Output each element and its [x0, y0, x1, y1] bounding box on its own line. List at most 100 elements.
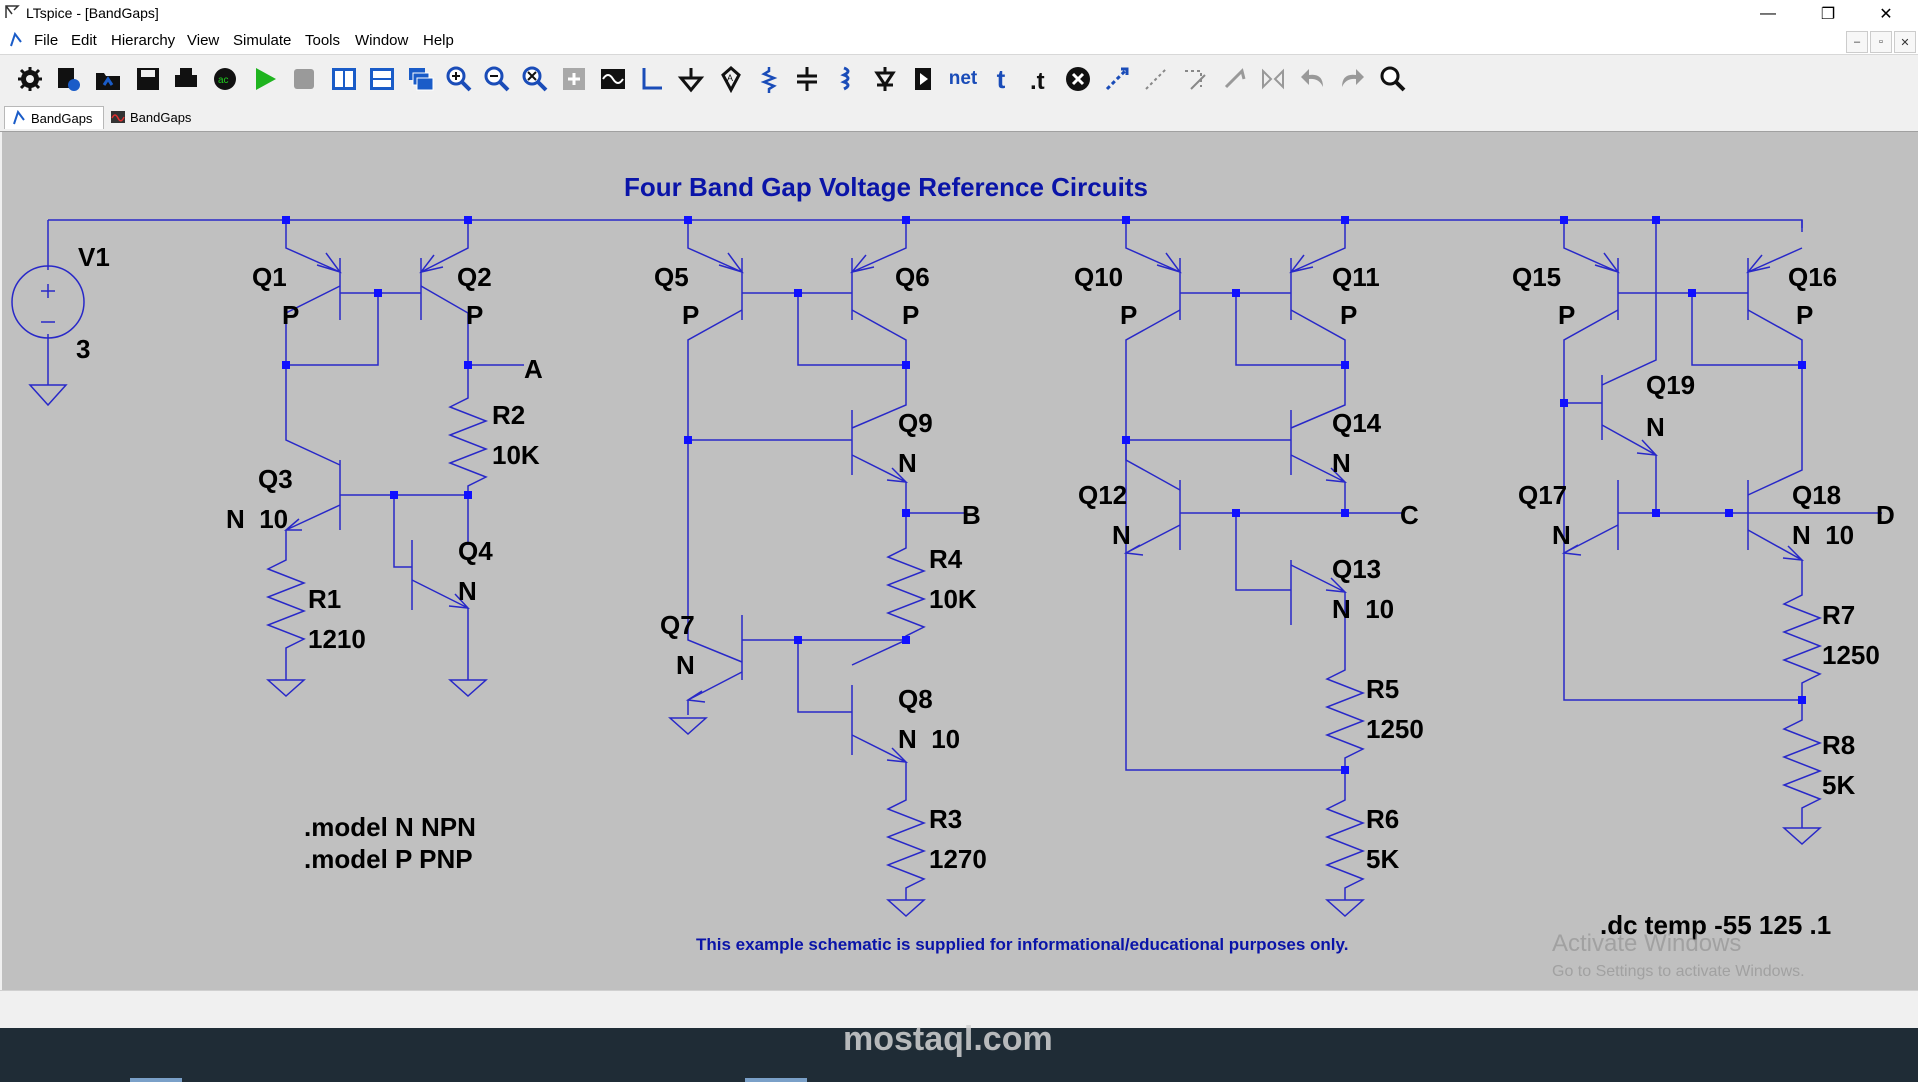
r8-name-label: R8	[1822, 730, 1855, 760]
menu-tools[interactable]: Tools	[305, 32, 340, 49]
schematic-canvas[interactable]: V1 3 Q1 P Q2 P Q3 N 10 Q4 N R1 1210 R2 1…	[2, 132, 1918, 990]
cascade-button[interactable]	[405, 63, 437, 95]
drag-button[interactable]	[1179, 63, 1211, 95]
q16-value-label: P	[1796, 300, 1813, 330]
site-watermark: mostaql.com	[843, 1020, 1053, 1058]
svg-text:ac: ac	[218, 75, 229, 86]
diode-button[interactable]	[869, 63, 901, 95]
menu-edit[interactable]: Edit	[71, 32, 97, 49]
text-button[interactable]: t	[985, 63, 1017, 95]
capacitor-button[interactable]	[791, 63, 823, 95]
zoom-fit-icon	[522, 66, 548, 92]
autorange-icon	[563, 68, 585, 90]
resistor-button[interactable]	[753, 63, 785, 95]
undo-button[interactable]	[1297, 63, 1329, 95]
document-icon[interactable]	[8, 32, 24, 48]
q11-name-label: Q11	[1332, 262, 1380, 292]
move-icon	[1145, 68, 1167, 90]
tab-label: BandGaps	[130, 109, 192, 125]
q13-value-label: N 10	[1332, 594, 1394, 624]
run-button[interactable]	[249, 63, 281, 95]
menu-view[interactable]: View	[187, 32, 219, 49]
tile-vertical-button[interactable]	[328, 63, 360, 95]
mdi-minimize-button[interactable]: –	[1846, 31, 1868, 53]
zoom-out-button[interactable]	[481, 63, 513, 95]
resistor-icon	[760, 67, 778, 93]
r7-value-label: 1250	[1822, 640, 1880, 670]
print-button[interactable]	[170, 63, 202, 95]
minimize-button[interactable]: —	[1740, 0, 1796, 28]
open-button[interactable]	[92, 63, 124, 95]
mdi-restore-button[interactable]: ▫	[1870, 31, 1892, 53]
find-icon	[1380, 66, 1406, 92]
label-net-button[interactable]: A	[715, 63, 747, 95]
print-icon	[175, 68, 197, 87]
r3-value-label: 1270	[929, 844, 987, 874]
r7-name-label: R7	[1822, 600, 1855, 630]
zoom-in-button[interactable]	[443, 63, 475, 95]
q7-value-label: N	[676, 650, 695, 680]
redo-button[interactable]	[1336, 63, 1368, 95]
find-button[interactable]	[1377, 63, 1409, 95]
tab-label: BandGaps	[31, 110, 93, 126]
mirror-button[interactable]	[1257, 63, 1289, 95]
schematic-drawing[interactable]: V1 3 Q1 P Q2 P Q3 N 10 Q4 N R1 1210 R2 1…	[2, 132, 1918, 990]
q1-value-label: P	[282, 300, 299, 330]
rotate-button[interactable]	[1218, 63, 1250, 95]
toolbar: ac A net t .t	[0, 54, 1918, 104]
menu-help[interactable]: Help	[423, 32, 454, 49]
text-icon: t	[996, 63, 1006, 94]
zoom-fit-button[interactable]	[519, 63, 551, 95]
tab-bandgaps-waveform[interactable]: BandGaps	[106, 106, 202, 128]
svg-text:.t: .t	[1030, 68, 1045, 93]
menu-window[interactable]: Window	[355, 32, 408, 49]
menu-file[interactable]: File	[34, 32, 58, 49]
halt-button[interactable]	[288, 63, 320, 95]
q5-value-label: P	[682, 300, 699, 330]
wire-icon	[642, 68, 662, 90]
q14-name-label: Q14	[1332, 408, 1382, 438]
ltspice-app-icon	[5, 5, 20, 18]
component-button[interactable]	[908, 63, 940, 95]
label-net-icon: A	[721, 66, 741, 93]
tile-vertical-icon	[332, 68, 356, 90]
rotate-icon	[1224, 68, 1246, 89]
netlist-button[interactable]: net	[947, 63, 979, 95]
q18-value-label: N 10	[1792, 520, 1854, 550]
mdi-close-button[interactable]: ✕	[1894, 31, 1916, 53]
taskbar-indicator	[745, 1078, 807, 1082]
duplicate-button[interactable]	[1101, 63, 1133, 95]
close-button[interactable]: ✕	[1858, 0, 1914, 28]
wire-button[interactable]	[636, 63, 668, 95]
control-panel-button[interactable]: ac	[209, 63, 241, 95]
save-icon	[137, 68, 159, 90]
window-title: LTspice - [BandGaps]	[26, 5, 159, 21]
tile-horizontal-button[interactable]	[366, 63, 398, 95]
restore-button[interactable]: ❐	[1800, 0, 1856, 28]
waveform-button[interactable]	[597, 63, 629, 95]
open-icon	[96, 73, 120, 90]
q6-name-label: Q6	[895, 262, 930, 292]
spice-directive-button[interactable]: .t	[1022, 63, 1054, 95]
settings-button[interactable]	[14, 63, 46, 95]
menu-bar: File Edit Hierarchy View Simulate Tools …	[0, 28, 1918, 54]
menu-hierarchy[interactable]: Hierarchy	[111, 32, 175, 49]
spice-directive-icon: .t	[1030, 68, 1045, 93]
autorange-button[interactable]	[558, 63, 590, 95]
ground-button[interactable]	[675, 63, 707, 95]
tab-bandgaps-schematic[interactable]: BandGaps	[4, 106, 104, 129]
zoom-in-icon	[446, 66, 472, 92]
move-button[interactable]	[1140, 63, 1172, 95]
inductor-button[interactable]	[830, 63, 862, 95]
delete-button[interactable]	[1062, 63, 1094, 95]
q9-name-label: Q9	[898, 408, 933, 438]
netlist-icon: net	[948, 68, 978, 89]
document-tab-bar: BandGaps BandGaps	[0, 103, 1918, 132]
save-button[interactable]	[132, 63, 164, 95]
gear-icon	[18, 67, 42, 91]
menu-simulate[interactable]: Simulate	[233, 32, 291, 49]
q15-name-label: Q15	[1512, 262, 1561, 292]
ground-icon	[677, 68, 705, 93]
new-schematic-button[interactable]	[52, 63, 84, 95]
duplicate-icon	[1105, 67, 1129, 91]
